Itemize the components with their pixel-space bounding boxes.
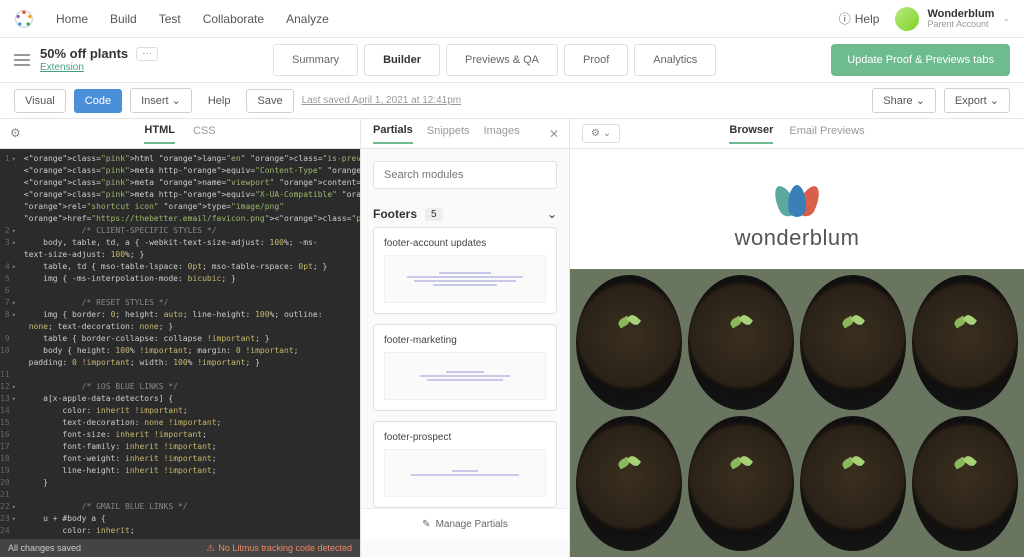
help-link[interactable]: ⓘ Help <box>839 10 880 27</box>
export-button[interactable]: Export ⌄ <box>944 88 1010 113</box>
top-nav: Home Build Test Collaborate Analyze ⓘ He… <box>0 0 1024 38</box>
share-button[interactable]: Share ⌄ <box>872 88 936 113</box>
settings-icon[interactable]: ⚙ <box>10 126 21 140</box>
tab-previews[interactable]: Previews & QA <box>446 44 558 76</box>
user-name: Wonderblum <box>927 8 994 20</box>
nav-build[interactable]: Build <box>110 12 137 26</box>
edit-icon: ✎ <box>422 519 430 530</box>
browser-tab[interactable]: Browser <box>729 124 773 144</box>
code-panel: ⚙ HTML CSS 1▾ 2▾3▾ 4▾5 6 7▾8▾ 9 10 11 12… <box>0 119 360 557</box>
partial-card[interactable]: footer-prospect <box>373 421 557 508</box>
nav-analyze[interactable]: Analyze <box>286 12 329 26</box>
tab-proof[interactable]: Proof <box>564 44 628 76</box>
insert-button[interactable]: Insert ⌄ <box>130 88 192 113</box>
more-menu[interactable]: ··· <box>136 47 158 61</box>
status-saved: All changes saved <box>8 543 81 553</box>
browser-preview: wonderblum <box>570 149 1024 557</box>
app-logo <box>14 9 34 29</box>
extension-link[interactable]: Extension <box>40 62 158 74</box>
partial-card[interactable]: footer-account updates <box>373 227 557 314</box>
code-editor[interactable]: 1▾ 2▾3▾ 4▾5 6 7▾8▾ 9 10 11 12▾13▾14 15 1… <box>0 149 360 539</box>
user-role: Parent Account <box>927 20 994 30</box>
brand-name: wonderblum <box>735 225 860 251</box>
visual-button[interactable]: Visual <box>14 89 66 113</box>
tab-builder[interactable]: Builder <box>364 44 440 76</box>
brand-logo <box>772 177 822 217</box>
project-title: 50% off plants <box>40 46 128 62</box>
partials-tab[interactable]: Partials <box>373 124 413 144</box>
code-button[interactable]: Code <box>74 89 122 113</box>
save-button[interactable]: Save <box>246 89 293 113</box>
help-button[interactable]: Help <box>200 90 239 112</box>
css-tab[interactable]: CSS <box>193 125 216 143</box>
menu-icon[interactable] <box>14 54 30 66</box>
tab-analytics[interactable]: Analytics <box>634 44 716 76</box>
stage-tabs: Summary Builder Previews & QA Proof Anal… <box>270 44 719 76</box>
partials-panel: Partials Snippets Images ✕ Footers 5 ⌄ f… <box>360 119 570 557</box>
manage-partials[interactable]: ✎Manage Partials <box>361 508 569 540</box>
nav-home[interactable]: Home <box>56 12 88 26</box>
preview-panel: ⚙ ⌄ Browser Email Previews wonderblum <box>570 119 1024 557</box>
html-tab[interactable]: HTML <box>144 124 175 144</box>
search-input[interactable] <box>373 161 557 189</box>
chevron-down-icon: ⌄ <box>1002 13 1010 24</box>
snippets-tab[interactable]: Snippets <box>427 125 470 143</box>
avatar <box>895 7 919 31</box>
toolbar: Visual Code Insert ⌄ Help Save Last save… <box>0 83 1024 119</box>
close-icon[interactable]: ✕ <box>549 127 559 141</box>
chevron-down-icon: ⌄ <box>547 207 557 221</box>
partial-card[interactable]: footer-marketing <box>373 324 557 411</box>
user-menu[interactable]: Wonderblum Parent Account ⌄ <box>895 7 1010 31</box>
subheader: 50% off plants ··· Extension Summary Bui… <box>0 38 1024 83</box>
tab-summary[interactable]: Summary <box>273 44 358 76</box>
last-saved: Last saved April 1, 2021 at 12:41pm <box>302 95 462 106</box>
update-proof-button[interactable]: Update Proof & Previews tabs <box>831 44 1010 76</box>
hero-image <box>570 269 1024 557</box>
images-tab[interactable]: Images <box>484 125 520 143</box>
preview-settings[interactable]: ⚙ ⌄ <box>582 124 620 143</box>
email-previews-tab[interactable]: Email Previews <box>789 125 864 143</box>
footers-section[interactable]: Footers 5 ⌄ <box>361 201 569 227</box>
tracking-warning: ⚠ No Litmus tracking code detected <box>206 543 352 554</box>
nav-collaborate[interactable]: Collaborate <box>203 12 264 26</box>
nav-test[interactable]: Test <box>159 12 181 26</box>
